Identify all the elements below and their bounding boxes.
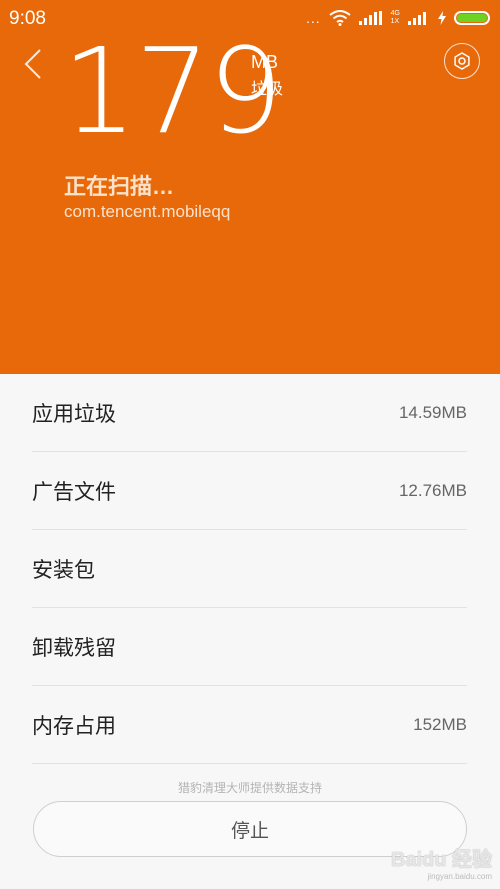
list-item[interactable]: 安装包	[32, 530, 467, 608]
category-label: 内存占用	[32, 714, 116, 738]
category-label: 广告文件	[32, 480, 116, 504]
category-size: 152MB	[413, 714, 467, 734]
scan-header: 9:08 ... 4G 1X 179 MB 垃圾 正在扫描… com.tence…	[0, 0, 500, 374]
watermark-url: jingyan.baidu.com	[427, 872, 492, 881]
gear-icon	[454, 52, 470, 70]
watermark-logo: Baidu 经验	[390, 849, 492, 871]
signal-bars-icon	[358, 11, 382, 25]
charging-bolt-icon	[438, 11, 446, 25]
scan-current-package: com.tencent.mobileqq	[64, 202, 231, 221]
list-item[interactable]: 内存占用 152MB	[32, 686, 467, 764]
battery-icon	[454, 11, 490, 25]
junk-size-unit: MB	[251, 52, 278, 72]
scan-status-title: 正在扫描…	[64, 174, 175, 199]
junk-size-value: 179	[62, 22, 283, 160]
network-type-label: 4G 1X	[390, 10, 400, 25]
junk-category-list: 应用垃圾 14.59MB 广告文件 12.76MB 安装包 卸载残留 内存占用 …	[32, 374, 467, 764]
category-size: 12.76MB	[398, 480, 467, 500]
list-item[interactable]: 应用垃圾 14.59MB	[32, 374, 467, 452]
baidu-watermark: Baidu 经验 jingyan.baidu.com	[391, 843, 492, 881]
category-label: 应用垃圾	[32, 402, 116, 426]
junk-size-label: 垃圾	[251, 81, 284, 98]
signal-bars-secondary-icon	[408, 12, 426, 25]
data-source-note: 猎豹清理大师提供数据支持	[177, 781, 322, 795]
settings-button[interactable]	[444, 43, 480, 79]
status-icons: ... 4G 1X	[306, 8, 490, 28]
list-item[interactable]: 广告文件 12.76MB	[32, 452, 467, 530]
status-time: 9:08	[9, 8, 46, 29]
wifi-icon	[329, 10, 351, 26]
category-label: 卸载残留	[32, 636, 116, 660]
back-button[interactable]	[18, 44, 48, 84]
list-item[interactable]: 卸载残留	[32, 608, 467, 686]
category-size: 14.59MB	[398, 402, 467, 422]
category-label: 安装包	[32, 558, 95, 582]
more-dots-icon: ...	[305, 10, 321, 26]
chevron-left-icon	[24, 49, 41, 79]
